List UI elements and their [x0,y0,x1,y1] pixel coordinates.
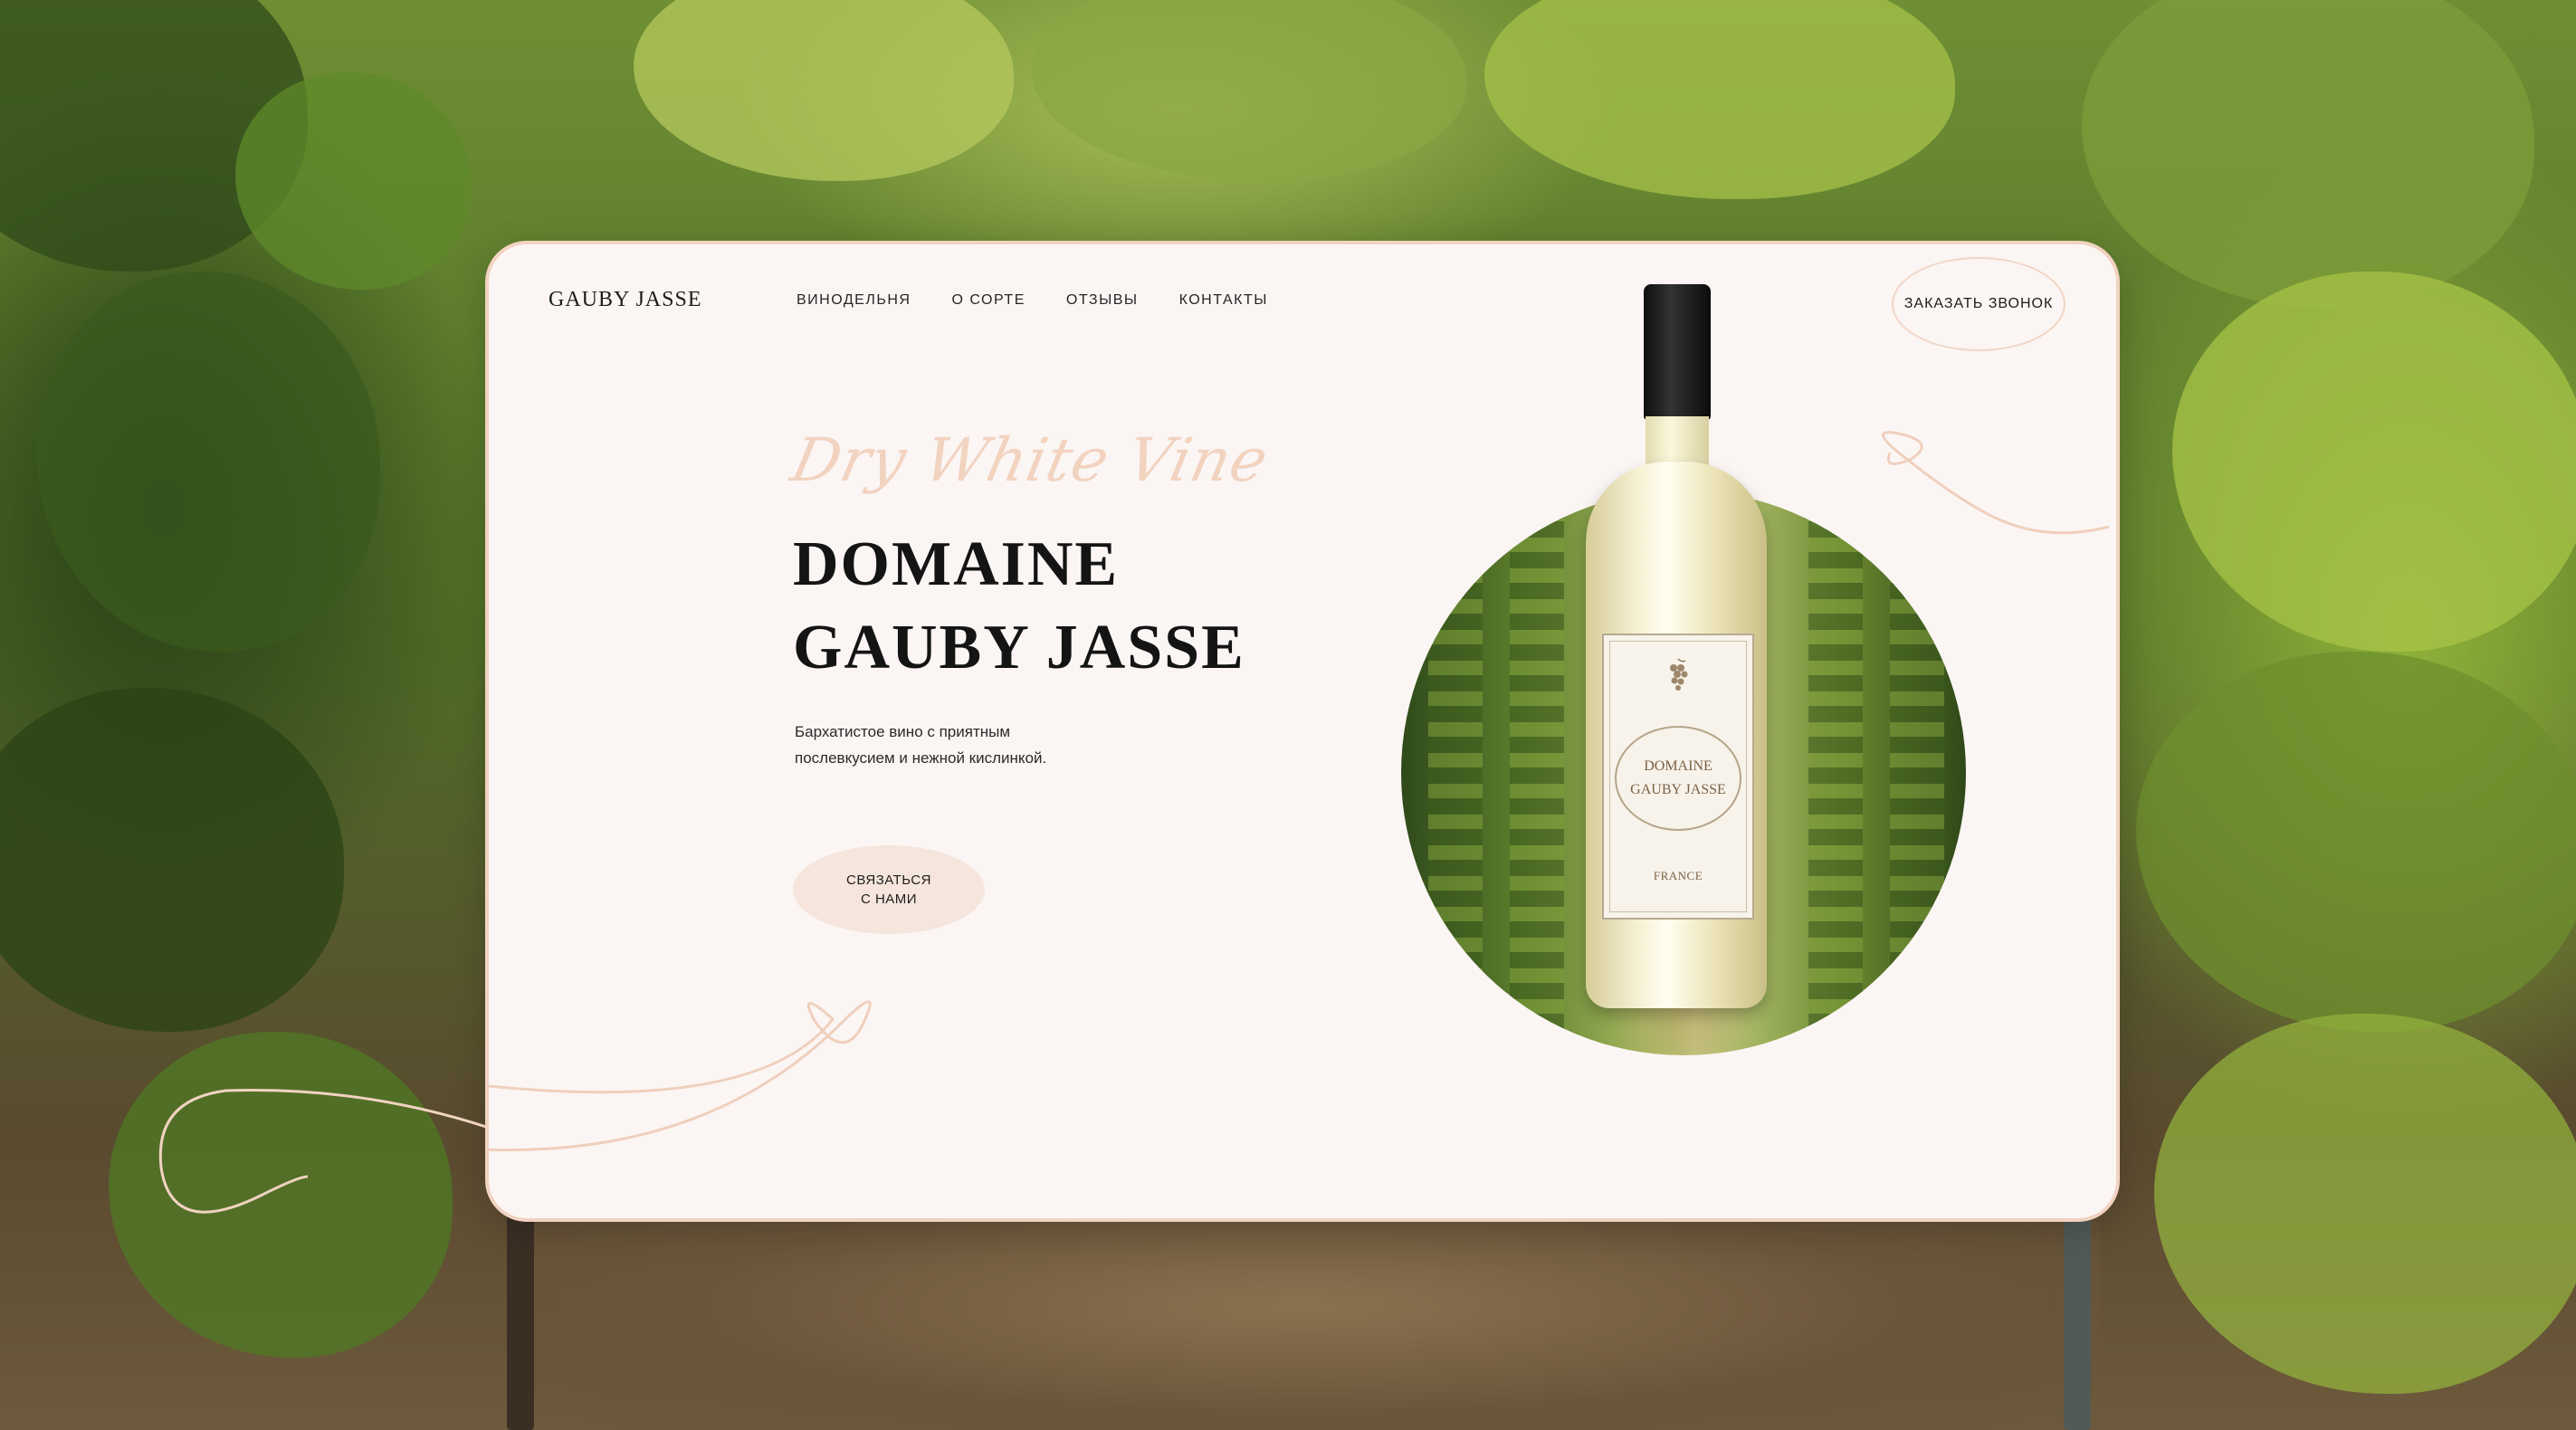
nav-item-about-variety[interactable]: О СОРТЕ [951,292,1025,309]
grape-icon [1670,658,1688,691]
description-line-2: послевкусием и нежной кислинкой. [795,749,1047,767]
bottle-cap [1644,284,1711,420]
nav-item-reviews[interactable]: ОТЗЫВЫ [1066,292,1139,309]
hero-description: Бархатистое вино с приятным послевкусием… [795,719,1102,771]
bottle-label-origin: FRANCE [1653,869,1703,882]
main-nav: ВИНОДЕЛЬНЯ О СОРТЕ ОТЗЫВЫ КОНТАКТЫ [797,292,1268,309]
title-line-1: DOMAINE [793,529,1120,599]
wine-bottle-image: DOMAINE GAUBY JASSE FRANCE [1586,284,1767,1008]
order-call-button[interactable]: ЗАКАЗАТЬ ЗВОНОК [1892,257,2066,351]
page-title: DOMAINE GAUBY JASSE [793,523,1245,690]
contact-us-button[interactable]: СВЯЗАТЬСЯ С НАМИ [793,845,985,934]
bottle-label-name-2: GAUBY JASSE [1630,782,1726,797]
nav-item-contacts[interactable]: КОНТАКТЫ [1179,292,1268,309]
bottle-label-oval: DOMAINE GAUBY JASSE [1615,726,1741,831]
bottle-label: DOMAINE GAUBY JASSE FRANCE [1602,634,1754,920]
script-subtitle: Dry White Vine [785,425,1275,495]
description-line-1: Бархатистое вино с приятным [795,723,1011,740]
contact-button-line-2: С НАМИ [860,891,918,907]
nav-item-winery[interactable]: ВИНОДЕЛЬНЯ [797,292,911,309]
hero-card: GAUBY JASSE ВИНОДЕЛЬНЯ О СОРТЕ ОТЗЫВЫ КО… [485,241,2120,1222]
title-line-2: GAUBY JASSE [793,613,1245,682]
brand-logo[interactable]: GAUBY JASSE [549,288,701,312]
bottle-label-name-1: DOMAINE [1644,758,1713,774]
contact-button-line-1: СВЯЗАТЬСЯ [846,872,931,888]
